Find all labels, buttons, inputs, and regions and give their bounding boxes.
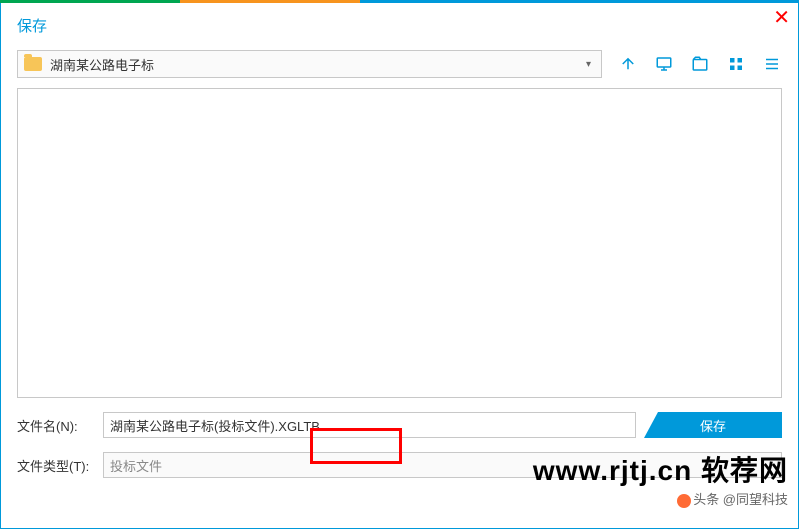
filetype-row: 文件类型(T): [17,452,782,478]
save-dialog: ✕ 保存 湖南某公路电子标 ▾ 文件名(N): 保存 [0,3,799,529]
up-folder-icon[interactable] [618,54,638,74]
toolbar: 湖南某公路电子标 ▾ [1,44,798,88]
view-list-icon[interactable] [762,54,782,74]
filename-input[interactable] [103,412,636,438]
new-folder-icon[interactable] [690,54,710,74]
filename-row: 文件名(N): 保存 [17,412,782,438]
file-browser-area[interactable] [17,88,782,398]
desktop-icon[interactable] [654,54,674,74]
bottom-panel: 文件名(N): 保存 文件类型(T): [1,398,798,478]
save-button[interactable]: 保存 [644,412,782,438]
watermark-sub: 头条 @同望科技 [677,489,788,508]
dialog-title: 保存 [1,3,798,44]
filename-label: 文件名(N): [17,416,95,435]
folder-icon [24,57,42,71]
view-icons-icon[interactable] [726,54,746,74]
close-button[interactable]: ✕ [773,5,790,30]
filetype-label: 文件类型(T): [17,456,95,475]
path-dropdown[interactable]: 湖南某公路电子标 ▾ [17,50,602,78]
chevron-down-icon: ▾ [582,59,595,70]
path-text: 湖南某公路电子标 [50,55,582,74]
filetype-input[interactable] [103,452,782,478]
